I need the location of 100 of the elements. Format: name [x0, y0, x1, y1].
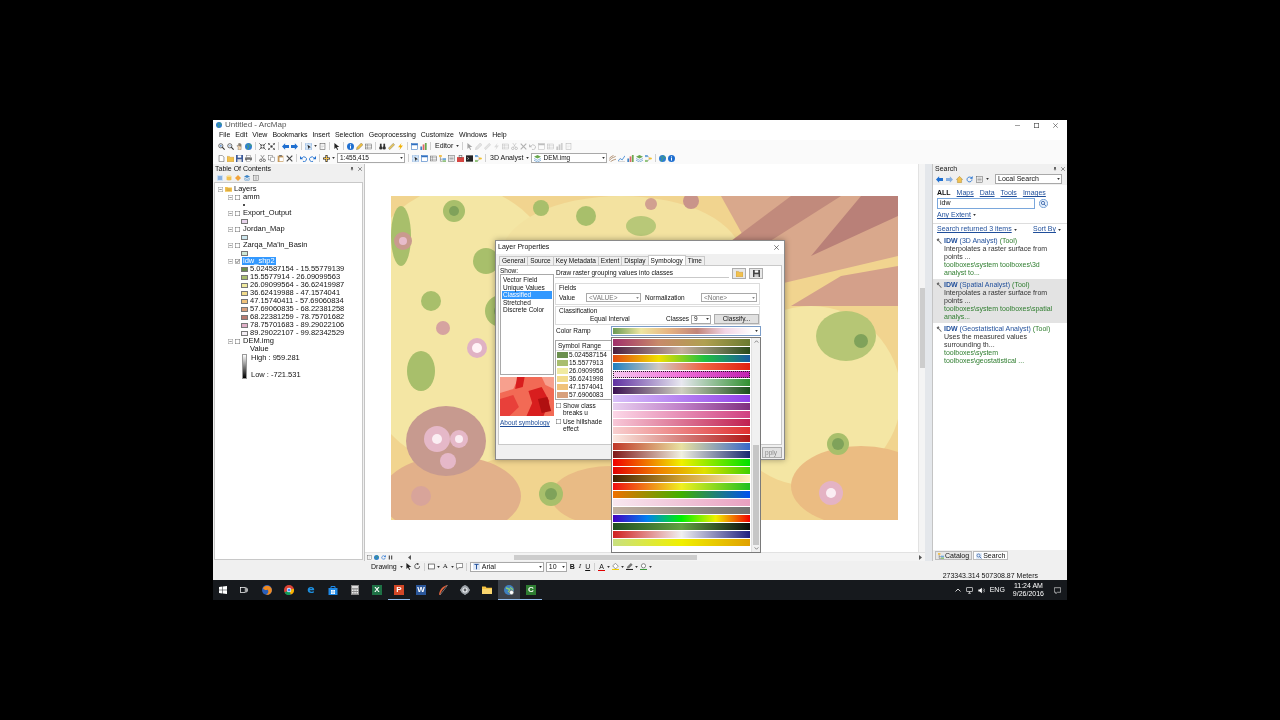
- selection-layers-icon[interactable]: [244, 174, 250, 181]
- binoculars-icon[interactable]: [379, 142, 386, 150]
- checkbox[interactable]: [235, 242, 240, 248]
- caret-icon[interactable]: [606, 565, 610, 568]
- lightning-icon[interactable]: [397, 142, 404, 150]
- new-document-icon[interactable]: [218, 154, 225, 162]
- redo-icon[interactable]: [309, 154, 316, 162]
- delete-icon[interactable]: [286, 154, 293, 162]
- color-ramp-option[interactable]: [613, 523, 750, 530]
- caret-icon[interactable]: [332, 157, 335, 159]
- checkbox[interactable]: [235, 258, 240, 264]
- close-icon[interactable]: [1053, 122, 1058, 128]
- checkbox[interactable]: [235, 226, 240, 232]
- scroll-right-arrow-icon[interactable]: [919, 554, 922, 560]
- contour-lines-icon[interactable]: [609, 154, 617, 162]
- caret-icon[interactable]: [986, 178, 989, 180]
- refresh-icon[interactable]: [966, 175, 973, 183]
- tree-expander-icon[interactable]: [228, 226, 233, 232]
- taskbar-button[interactable]: X: [366, 580, 388, 600]
- chevron-up-icon[interactable]: [954, 588, 961, 592]
- checkbox[interactable]: [235, 194, 240, 200]
- pin-icon[interactable]: [1053, 166, 1057, 171]
- caret-icon[interactable]: [436, 565, 440, 568]
- zoom-out-icon[interactable]: [227, 142, 234, 150]
- taskbar-button[interactable]: [498, 580, 520, 600]
- close-icon[interactable]: [358, 166, 362, 171]
- caret-icon[interactable]: [972, 214, 976, 216]
- scissors-icon[interactable]: [259, 154, 266, 162]
- scrollbar-thumb[interactable]: [514, 554, 697, 560]
- marker-color-icon[interactable]: [639, 563, 647, 570]
- dashed-select-box-icon[interactable]: [412, 154, 419, 162]
- network-icon[interactable]: [965, 586, 973, 594]
- flowchart-icon[interactable]: [645, 154, 653, 162]
- line-graph-icon[interactable]: [618, 154, 626, 162]
- toolbox-icon[interactable]: [457, 154, 464, 162]
- window-icon[interactable]: [411, 142, 418, 150]
- caret-icon[interactable]: [399, 565, 403, 568]
- close-icon[interactable]: [1061, 166, 1065, 171]
- tree-list-icon[interactable]: [439, 154, 446, 162]
- pencil-icon[interactable]: [356, 142, 363, 150]
- tree-expander-icon[interactable]: [228, 258, 233, 264]
- diamond-layers-icon[interactable]: [235, 174, 241, 181]
- arrows-outward-icon[interactable]: [268, 142, 275, 150]
- forward-arrow-icon[interactable]: [946, 175, 953, 183]
- color-ramp-option[interactable]: [613, 531, 750, 538]
- zoom-in-icon[interactable]: [218, 142, 225, 150]
- layers-icon[interactable]: [636, 154, 644, 162]
- pen-icon[interactable]: [625, 563, 633, 570]
- hand-icon[interactable]: [236, 142, 243, 150]
- page-icon[interactable]: [367, 554, 372, 560]
- forward-arrow-icon[interactable]: [291, 142, 298, 150]
- caret-icon[interactable]: [620, 565, 624, 568]
- caret-icon[interactable]: [456, 145, 460, 147]
- undo-icon[interactable]: [300, 154, 307, 162]
- table-icon[interactable]: [430, 154, 437, 162]
- bar-chart-icon[interactable]: [420, 142, 427, 150]
- save-icon[interactable]: [236, 154, 243, 162]
- caret-icon[interactable]: [648, 565, 652, 568]
- globe-icon[interactable]: [245, 142, 252, 150]
- checkbox[interactable]: [235, 338, 240, 344]
- refresh-icon[interactable]: [381, 554, 386, 560]
- caret-icon[interactable]: [1058, 228, 1061, 231]
- layer-stack-icon[interactable]: [217, 174, 223, 181]
- rectangle-icon[interactable]: [427, 563, 435, 570]
- caret-icon[interactable]: [1013, 228, 1017, 231]
- home-icon[interactable]: [956, 175, 963, 183]
- callout-icon[interactable]: [455, 563, 463, 570]
- task-view-icon[interactable]: [240, 586, 248, 594]
- start-icon[interactable]: [219, 586, 227, 594]
- back-arrow-icon[interactable]: [936, 175, 943, 183]
- clipboard-icon[interactable]: [277, 154, 284, 162]
- info-icon[interactable]: [347, 142, 354, 150]
- table-icon[interactable]: [365, 142, 372, 150]
- color-ramp-option[interactable]: [613, 507, 750, 514]
- pointer-icon[interactable]: [404, 563, 412, 570]
- caret-icon[interactable]: [450, 565, 454, 568]
- pause-icon[interactable]: [388, 554, 393, 560]
- tree-expander-icon[interactable]: [228, 194, 233, 200]
- minimize-icon[interactable]: [1015, 124, 1020, 126]
- window-icon[interactable]: [421, 154, 428, 162]
- taskbar-button[interactable]: P: [388, 580, 410, 600]
- bar-chart-icon[interactable]: [627, 154, 635, 162]
- tree-expander-icon[interactable]: [228, 242, 233, 248]
- scrollbar-thumb[interactable]: [920, 288, 925, 368]
- rotate-icon[interactable]: [413, 563, 421, 570]
- caret-icon[interactable]: [526, 157, 530, 159]
- tree-expander-icon[interactable]: [228, 338, 233, 344]
- caret-icon[interactable]: [314, 145, 317, 147]
- color-ramp-option[interactable]: [613, 499, 750, 506]
- printer-icon[interactable]: [245, 154, 252, 162]
- options-window-icon[interactable]: [253, 174, 259, 181]
- color-ramp-option[interactable]: [613, 539, 750, 546]
- scroll-left-arrow-icon[interactable]: [408, 554, 411, 560]
- globe-icon[interactable]: [374, 554, 379, 560]
- globe-icon[interactable]: [659, 154, 667, 162]
- maximize-icon[interactable]: [1034, 122, 1039, 128]
- pointer-icon[interactable]: [333, 142, 340, 150]
- terminal-icon[interactable]: [466, 154, 473, 162]
- tree-expander-icon[interactable]: [218, 186, 223, 192]
- info-icon[interactable]: [668, 154, 676, 162]
